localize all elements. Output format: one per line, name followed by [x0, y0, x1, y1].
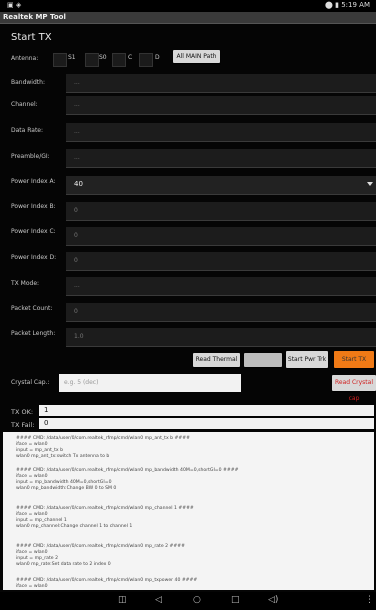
power-index-b-input[interactable]: 0	[66, 202, 376, 221]
screen: ▣ ◈ ⬤ ▮ 5:19 AM Realtek MP Tool Start TX…	[0, 0, 376, 610]
app-title: Realtek MP Tool	[3, 13, 66, 21]
channel-value: ...	[74, 101, 80, 108]
log-line: input = mp_ant_tx b	[16, 448, 63, 453]
tx-fail-value: 0	[44, 419, 49, 427]
preamble-gi-value: ...	[74, 154, 80, 161]
power-index-c-value: 0	[74, 232, 78, 239]
navigation-bar: ◫ ◁ ○ □ ◁) ⋮	[0, 592, 376, 610]
log-line: #### CMD: /data/user/0/com.realtek_rfmp/…	[16, 578, 198, 583]
all-main-path-button[interactable]: All MAIN Path	[173, 50, 220, 63]
log-line: iface = wlan0	[16, 550, 48, 555]
power-index-d-value: 0	[74, 257, 78, 264]
wifi-icon: ⬤	[325, 1, 333, 9]
volume-icon[interactable]: ◁)	[268, 596, 278, 605]
crystal-cap-input[interactable]: e.g. 5 (dec)	[59, 374, 241, 392]
power-index-b-label: Power Index B:	[11, 203, 56, 210]
power-index-c-label: Power Index C:	[11, 228, 56, 235]
log-line: #### CMD: /data/user/0/com.realtek_rfmp/…	[16, 506, 194, 511]
log-line: iface = wlan0	[16, 474, 48, 479]
packet-count-label: Packet Count:	[11, 305, 53, 312]
command-log[interactable]: #### CMD: /data/user/0/com.realtek_rfmp/…	[3, 432, 374, 590]
antenna-checkbox-d[interactable]	[139, 53, 153, 67]
packet-length-value: 1.0	[74, 333, 84, 340]
antenna-option-d: D	[155, 54, 160, 61]
data-rate-select[interactable]: ...	[66, 123, 376, 142]
packet-length-label: Packet Length:	[11, 330, 56, 337]
power-index-a-label: Power Index A:	[11, 178, 56, 185]
log-line: #### CMD: /data/user/0/com.realtek_rfmp/…	[16, 436, 190, 441]
antenna-option-s1: S1	[68, 54, 76, 61]
power-index-a-select[interactable]: 40	[66, 176, 376, 195]
power-index-d-input[interactable]: 0	[66, 252, 376, 271]
power-index-a-value: 40	[74, 180, 83, 188]
back-icon[interactable]: ◁	[155, 596, 162, 605]
section-title: Start TX	[11, 32, 52, 43]
antenna-option-s0: S0	[99, 54, 107, 61]
start-tx-button[interactable]: Start TX	[334, 351, 374, 368]
tx-fail-label: TX Fail:	[11, 421, 35, 429]
antenna-option-c: C	[128, 54, 133, 61]
notification-icons: ▣ ◈	[7, 1, 22, 9]
packet-count-input[interactable]: 0	[66, 303, 376, 322]
blank-button[interactable]	[244, 353, 282, 367]
channel-label: Channel:	[11, 101, 38, 108]
channel-select[interactable]: ...	[66, 96, 376, 115]
bandwidth-value: ...	[74, 79, 80, 86]
more-options-icon[interactable]: ⋮	[365, 596, 374, 605]
tx-mode-label: TX Mode:	[11, 280, 40, 287]
log-line: input = mp_rate 2	[16, 556, 58, 561]
log-line: wlan0 mp_ant_tx:switch Tx antenna to b	[16, 454, 110, 459]
log-line: input = mp_bandwidth 40M=0,shortGI=0	[16, 480, 112, 485]
antenna-checkbox-s1[interactable]	[53, 53, 67, 67]
tx-mode-value: ...	[74, 282, 80, 289]
home-icon[interactable]: ○	[193, 596, 201, 605]
packet-length-input[interactable]: 1.0	[66, 328, 376, 347]
tx-ok-label: TX OK:	[11, 408, 34, 416]
log-line: input = mp_channel 1	[16, 518, 67, 523]
packet-count-value: 0	[74, 308, 78, 315]
log-line: iface = wlan0	[16, 512, 48, 517]
data-rate-label: Data Rate:	[11, 127, 44, 134]
status-right: ⬤ ▮ 5:19 AM	[325, 1, 370, 9]
status-bar: ▣ ◈ ⬤ ▮ 5:19 AM	[0, 0, 376, 12]
preamble-gi-label: Preamble/GI:	[11, 153, 50, 160]
crystal-cap-label: Crystal Cap.:	[11, 379, 50, 386]
data-rate-value: ...	[74, 128, 80, 135]
log-line: wlan0 mp_rate:Set data rate to 2 index 0	[16, 562, 111, 567]
app-title-bar: Realtek MP Tool	[0, 12, 376, 24]
chevron-down-icon	[367, 182, 373, 186]
read-thermal-button[interactable]: Read Thermal	[193, 353, 240, 367]
read-crystal-cap-button[interactable]: Read Crystal cap	[332, 375, 376, 402]
log-line: iface = wlan0	[16, 584, 48, 589]
start-pwr-trk-button[interactable]: Start Pwr Trk	[286, 351, 328, 368]
tx-fail-field: 0	[39, 418, 374, 429]
power-index-c-input[interactable]: 0	[66, 227, 376, 246]
log-line: wlan0 mp_channel:Change channel 1 to cha…	[16, 524, 133, 529]
screenshot-icon[interactable]: ◫	[118, 596, 127, 605]
power-index-d-label: Power Index D:	[11, 254, 57, 261]
log-line: #### CMD: /data/user/0/com.realtek_rfmp/…	[16, 468, 239, 473]
bandwidth-label: Bandwidth:	[11, 79, 45, 86]
tx-mode-select[interactable]: ...	[66, 277, 376, 296]
antenna-checkbox-c[interactable]	[112, 53, 126, 67]
tx-ok-value: 1	[44, 406, 49, 414]
antenna-label: Antenna:	[11, 55, 39, 62]
status-time: 5:19 AM	[341, 1, 370, 9]
preamble-gi-select[interactable]: ...	[66, 149, 376, 168]
battery-icon: ▮	[335, 1, 339, 9]
recents-icon[interactable]: □	[231, 596, 240, 605]
log-line: iface = wlan0	[16, 442, 48, 447]
log-line: #### CMD: /data/user/0/com.realtek_rfmp/…	[16, 544, 185, 549]
power-index-b-value: 0	[74, 207, 78, 214]
log-line: wlan0 mp_bandwidth:Change BW 0 to SM 0	[16, 486, 117, 491]
tx-ok-field: 1	[39, 405, 374, 416]
antenna-checkbox-s0[interactable]	[85, 53, 99, 67]
crystal-cap-placeholder: e.g. 5 (dec)	[64, 379, 99, 386]
bandwidth-select[interactable]: ...	[66, 74, 376, 93]
